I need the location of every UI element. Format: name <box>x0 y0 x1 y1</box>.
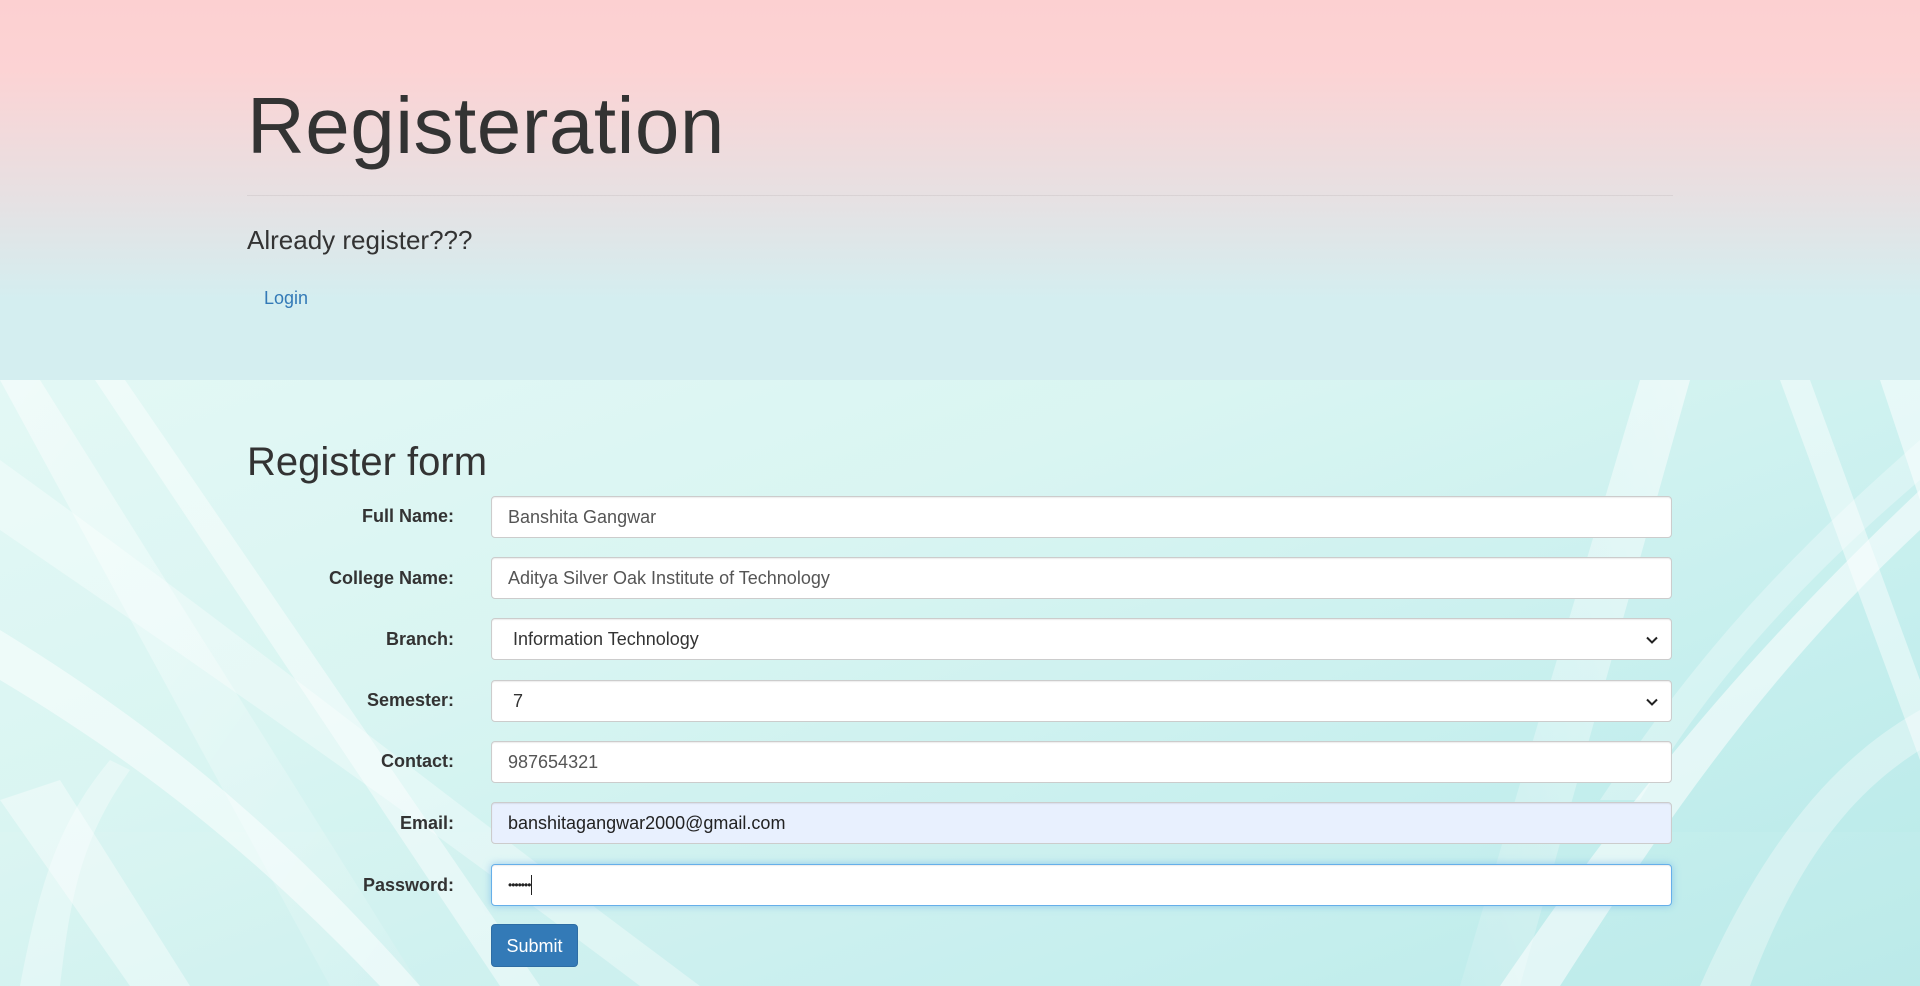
contact-label: Contact: <box>381 751 454 771</box>
password-label: Password: <box>362 875 454 895</box>
college-name-value: Aditya Silver Oak Institute of Technolog… <box>508 567 830 588</box>
registration-page: Registeration Already register??? Login <box>0 0 1920 986</box>
contact-value: 987654321 <box>508 751 599 772</box>
password-input[interactable]: ••••••• <box>491 864 1672 906</box>
submit-button[interactable]: Submit <box>491 924 578 967</box>
chevron-down-icon <box>1646 698 1658 706</box>
chevron-down-icon <box>1646 636 1658 644</box>
background-band <box>0 832 1920 986</box>
full-name-input[interactable]: Banshita Gangwar <box>491 496 1672 538</box>
full-name-value: Banshita Gangwar <box>508 506 657 527</box>
password-value: ••••••• <box>508 878 531 892</box>
full-name-label: Full Name: <box>361 506 454 526</box>
branch-value: Information Technology <box>513 628 699 649</box>
form-title: Register form <box>247 440 488 484</box>
email-label: Email: <box>399 813 454 833</box>
semester-label: Semester: <box>366 690 454 710</box>
email-input[interactable]: banshitagangwar2000@gmail.com <box>491 802 1672 844</box>
login-link[interactable]: Login <box>264 286 308 310</box>
page-title: Registeration <box>247 81 725 170</box>
header-jumbotron <box>0 0 1920 380</box>
branch-label: Branch: <box>385 629 454 649</box>
semester-select[interactable]: 7 <box>491 680 1672 722</box>
college-name-input[interactable]: Aditya Silver Oak Institute of Technolog… <box>491 557 1672 599</box>
branch-select[interactable]: Information Technology <box>491 618 1672 660</box>
contact-input[interactable]: 987654321 <box>491 741 1672 783</box>
semester-value: 7 <box>513 690 524 711</box>
email-value: banshitagangwar2000@gmail.com <box>508 812 786 833</box>
college-name-label: College Name: <box>328 568 454 588</box>
text-cursor <box>531 875 533 895</box>
header-divider <box>247 195 1673 196</box>
already-registered-text: Already register??? <box>247 225 473 255</box>
